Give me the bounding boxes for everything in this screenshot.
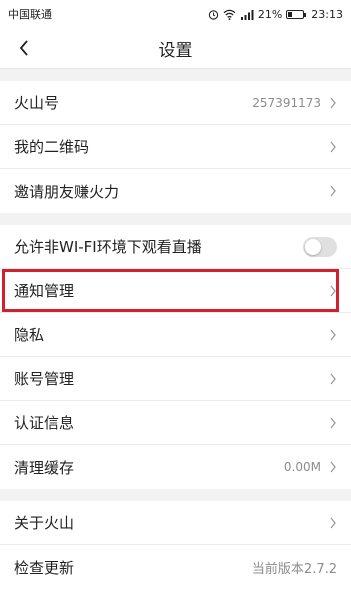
row-huoshan-id[interactable]: 火山号 257391173 xyxy=(0,81,351,125)
status-icons: 21% 23:13 xyxy=(208,8,343,21)
carrier-label: 中国联通 xyxy=(8,8,52,21)
version-value: 当前版本2.7.2 xyxy=(251,561,337,577)
back-button[interactable] xyxy=(12,36,36,60)
page-title: 设置 xyxy=(158,40,193,61)
about-group: 关于火山 检查更新 当前版本2.7.2 xyxy=(0,501,351,589)
row-label: 清理缓存 xyxy=(14,458,75,477)
row-label: 检查更新 xyxy=(14,558,75,577)
chevron-right-icon xyxy=(330,517,336,528)
row-label: 隐私 xyxy=(14,326,45,344)
row-notification-management[interactable]: 通知管理 xyxy=(0,269,351,313)
section-gap xyxy=(0,69,351,81)
row-qr-code[interactable]: 我的二维码 xyxy=(0,125,351,169)
clock: 23:13 xyxy=(311,7,343,21)
row-clear-cache[interactable]: 清理缓存 0.00M xyxy=(0,445,351,489)
nav-bar: 设置 xyxy=(0,28,351,69)
chevron-right-icon xyxy=(330,329,336,340)
row-label: 账号管理 xyxy=(14,370,75,388)
signal-icon xyxy=(240,9,254,20)
row-label: 火山号 xyxy=(14,94,60,112)
cache-size-value: 0.00M xyxy=(283,460,321,474)
chevron-right-icon xyxy=(330,141,336,152)
account-group: 火山号 257391173 我的二维码 邀请朋友赚火力 xyxy=(0,81,351,213)
row-non-wifi-live: 允许非WI-FI环境下观看直播 xyxy=(0,225,351,269)
chevron-left-icon xyxy=(19,40,28,56)
section-gap xyxy=(0,489,351,501)
chevron-right-icon xyxy=(330,461,336,473)
section-gap xyxy=(0,213,351,225)
chevron-right-icon xyxy=(330,185,336,197)
row-account-management[interactable]: 账号管理 xyxy=(0,357,351,401)
row-about[interactable]: 关于火山 xyxy=(0,501,351,545)
wifi-icon xyxy=(223,9,236,20)
battery-icon xyxy=(286,9,307,19)
chevron-right-icon xyxy=(330,373,336,384)
row-label: 允许非WI-FI环境下观看直播 xyxy=(14,238,202,256)
row-label: 关于火山 xyxy=(14,514,75,532)
huoshan-id-value: 257391173 xyxy=(252,95,321,110)
row-privacy[interactable]: 隐私 xyxy=(0,313,351,357)
row-label: 邀请朋友赚火力 xyxy=(14,182,120,201)
chevron-right-icon xyxy=(330,97,336,108)
row-label: 我的二维码 xyxy=(14,138,90,156)
status-bar: 中国联通 21% 23:13 xyxy=(0,0,351,28)
row-verification-info[interactable]: 认证信息 xyxy=(0,401,351,445)
toggle-knob xyxy=(305,238,321,255)
battery-percent: 21% xyxy=(257,7,283,21)
row-label: 认证信息 xyxy=(14,414,75,432)
chevron-right-icon xyxy=(330,417,336,428)
alarm-icon xyxy=(208,9,219,20)
row-invite-friends[interactable]: 邀请朋友赚火力 xyxy=(0,169,351,213)
settings-group: 允许非WI-FI环境下观看直播 通知管理 隐私 账号管理 认证信息 清理缓存 0… xyxy=(0,225,351,489)
row-label: 通知管理 xyxy=(14,282,75,300)
row-check-update[interactable]: 检查更新 当前版本2.7.2 xyxy=(0,545,351,589)
chevron-right-icon xyxy=(330,285,336,296)
non-wifi-live-toggle[interactable] xyxy=(303,236,337,257)
